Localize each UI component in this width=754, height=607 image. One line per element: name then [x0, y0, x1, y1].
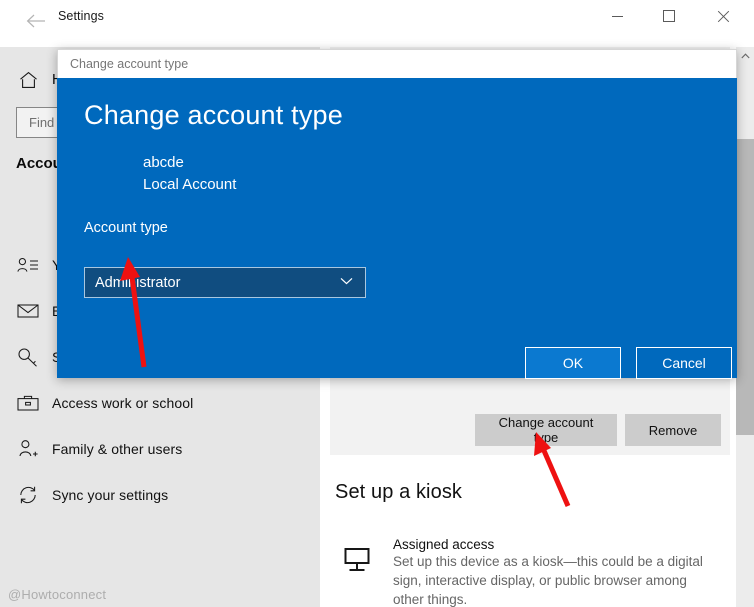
sidebar-item-family-other-users[interactable]: Family & other users	[0, 426, 320, 472]
sidebar-item-access-work-or-school[interactable]: Access work or school	[0, 380, 320, 426]
assigned-access-description-line: Set up this device as a kiosk—this could…	[393, 554, 703, 569]
kiosk-section-heading: Set up a kiosk	[335, 481, 463, 503]
dialog-account-kind: Local Account	[143, 176, 237, 193]
close-icon	[717, 10, 730, 23]
change-account-type-dialog: Change account type Change account type …	[57, 49, 737, 379]
account-type-field-label: Account type	[84, 220, 168, 236]
window-titlebar: Settings	[0, 0, 754, 47]
minimize-icon	[611, 15, 623, 17]
dialog-username: abcde	[143, 154, 184, 171]
remove-button[interactable]: Remove	[625, 414, 721, 446]
dialog-heading: Change account type	[84, 100, 343, 130]
ok-button[interactable]: OK	[525, 347, 621, 379]
sidebar-item-label: Access work or school	[52, 395, 194, 411]
envelope-icon	[4, 303, 52, 319]
dialog-body: Change account type abcde Local Account …	[57, 78, 737, 379]
assigned-access-title: Assigned access	[393, 537, 495, 552]
vertical-scrollbar[interactable]	[736, 47, 754, 607]
watermark: @Howtoconnect	[8, 587, 107, 602]
dialog-titlebar: Change account type	[57, 49, 737, 78]
assigned-access-text: Assigned access Set up this device as a …	[393, 537, 735, 607]
sidebar-item-label: Sync your settings	[52, 487, 169, 503]
window-title: Settings	[58, 9, 104, 23]
scrollbar-thumb[interactable]	[736, 139, 754, 435]
maximize-icon	[663, 10, 675, 22]
chevron-up-icon[interactable]	[736, 47, 754, 65]
assigned-access-description-line: sign, interactive display, or public bro…	[393, 573, 687, 588]
account-type-dropdown-value: Administrator	[95, 274, 181, 291]
briefcase-icon	[4, 394, 52, 412]
minimize-button[interactable]	[594, 0, 640, 32]
person-list-icon	[4, 257, 52, 273]
sync-icon	[4, 485, 52, 505]
account-type-dropdown[interactable]: Administrator	[84, 267, 366, 298]
key-icon	[4, 347, 52, 367]
sidebar-item-sync-your-settings[interactable]: Sync your settings	[0, 472, 320, 518]
dialog-titlebar-title: Change account type	[70, 57, 189, 71]
person-plus-icon	[4, 439, 52, 459]
maximize-button[interactable]	[646, 0, 692, 32]
home-icon	[6, 71, 50, 89]
cancel-button[interactable]: Cancel	[636, 347, 732, 379]
close-button[interactable]	[700, 0, 746, 32]
chevron-down-icon	[340, 277, 353, 288]
monitor-stand-icon	[342, 545, 372, 575]
sidebar-item-label: Family & other users	[52, 441, 183, 457]
back-arrow-icon[interactable]	[14, 4, 58, 38]
assigned-access-item[interactable]: Assigned access Set up this device as a …	[335, 537, 735, 607]
change-account-type-button[interactable]: Change account type	[475, 414, 617, 446]
account-card-actions: Change account type Remove	[330, 406, 730, 455]
assigned-access-description-line: other things.	[393, 592, 468, 607]
